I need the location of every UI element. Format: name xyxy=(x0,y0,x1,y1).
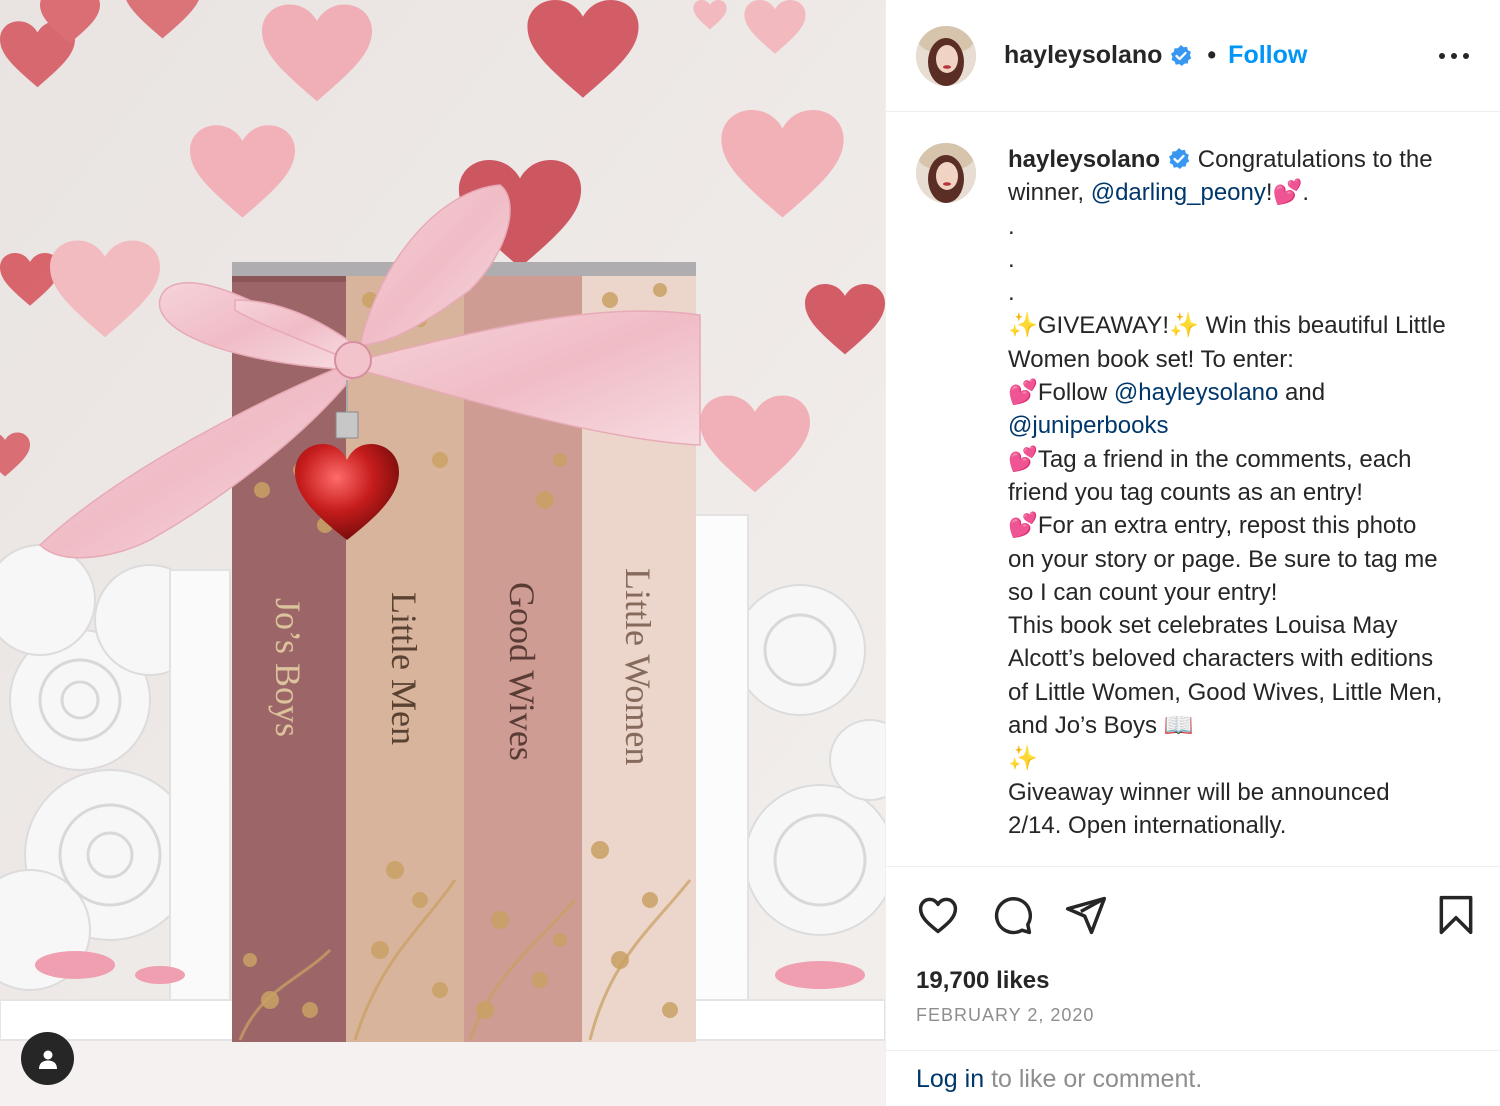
user-tag-button[interactable] xyxy=(21,1032,74,1085)
book-title-jos-boys: Jo’s Boys xyxy=(268,598,308,737)
book-title-little-men: Little Men xyxy=(384,592,424,745)
avatar[interactable] xyxy=(916,25,976,86)
caption-username[interactable]: hayleysolano xyxy=(1008,146,1160,173)
caption-line1-end: !💕. xyxy=(1265,179,1310,207)
mention-juniperbooks[interactable]: @juniperbooks xyxy=(1008,412,1168,439)
mention-hayleysolano[interactable]: @hayleysolano xyxy=(1114,379,1278,406)
post-date[interactable]: FEBRUARY 2, 2020 xyxy=(916,1005,1094,1026)
books-photo: Jo’s Boys Little Men Good Wives Little W… xyxy=(0,0,885,1106)
post-header: hayleysolano • Follow xyxy=(886,0,1500,112)
heart-icon[interactable] xyxy=(916,893,960,937)
login-prompt: to like or comment. xyxy=(984,1065,1203,1093)
caption-row: hayleysolano Congratulations to the winn… xyxy=(916,143,1471,842)
user-tag-icon xyxy=(38,1050,57,1069)
share-icon[interactable] xyxy=(1064,893,1108,937)
login-bar: Log in to like or comment. xyxy=(886,1050,1500,1106)
book-title-little-women: Little Women xyxy=(618,568,658,765)
header-username[interactable]: hayleysolano xyxy=(1004,41,1162,70)
profile-photo xyxy=(916,143,976,203)
caption-giveaway-c: 💕Tag a friend in the comments, each frie… xyxy=(1008,445,1443,839)
caption-text: hayleysolano Congratulations to the winn… xyxy=(1008,143,1448,842)
more-options-icon[interactable] xyxy=(1437,41,1471,71)
bookmark-icon[interactable] xyxy=(1434,893,1478,937)
likes-count[interactable]: 19,700 likes xyxy=(916,967,1049,995)
book-title-good-wives: Good Wives xyxy=(502,582,542,761)
header-separator: • xyxy=(1207,41,1217,69)
login-link[interactable]: Log in xyxy=(916,1065,984,1093)
verified-badge-icon xyxy=(1169,148,1190,169)
comment-icon[interactable] xyxy=(990,893,1034,937)
post-details-panel: hayleysolano • Follow hayleysolano Congr… xyxy=(885,0,1500,1106)
caption-giveaway-b: and xyxy=(1278,379,1332,407)
caption-avatar[interactable] xyxy=(916,143,976,203)
profile-photo xyxy=(916,25,976,86)
mention-darling-peony[interactable]: @darling_peony xyxy=(1091,179,1266,206)
actions-divider xyxy=(886,866,1500,867)
verified-badge-icon xyxy=(1171,44,1192,66)
follow-button[interactable]: Follow xyxy=(1228,41,1307,70)
caption-dots: . . . xyxy=(1008,212,1015,307)
caption-area[interactable]: hayleysolano Congratulations to the winn… xyxy=(886,113,1500,865)
post-photo[interactable]: Jo’s Boys Little Men Good Wives Little W… xyxy=(0,0,885,1106)
